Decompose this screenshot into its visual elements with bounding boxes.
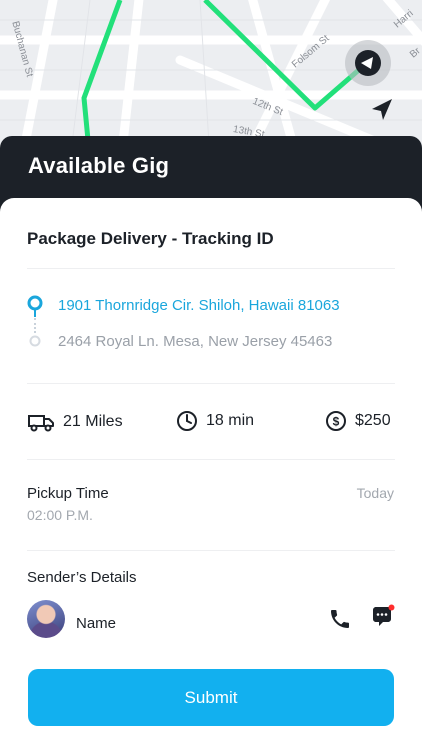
phone-icon[interactable] [328,607,352,631]
pickup-address: 1901 Thornridge Cir. Shiloh, Hawaii 8106… [58,297,340,314]
pickup-day: Today [356,485,394,501]
divider [27,383,395,384]
navigation-marker-icon[interactable] [343,38,393,88]
chat-icon[interactable] [370,604,396,630]
submit-button[interactable]: Submit [28,669,394,726]
route-connector [34,318,36,333]
price-value: $250 [355,412,391,429]
clock-icon [177,411,197,431]
pickup-time-label: Pickup Time [27,485,109,502]
divider [27,550,395,551]
destination-dot-icon [29,335,41,347]
page-title: Available Gig [28,153,170,178]
dollar-icon: $ [326,411,346,431]
sender-name: Name [76,615,117,632]
notification-dot [388,604,395,611]
duration-stat: 18 min [176,410,254,432]
navigation-arrow-icon [372,99,392,120]
gig-details-card: Package Delivery - Tracking ID 1901 Thor… [0,198,422,750]
pickup-time-value: 02:00 P.M. [27,507,93,523]
divider [27,268,395,269]
dropoff-address: 2464 Royal Ln. Mesa, New Jersey 45463 [58,333,333,350]
duration-value: 18 min [206,412,255,429]
truck-icon [28,415,54,432]
avatar [27,600,65,638]
divider [27,459,395,460]
sender-details-label: Sender’s Details [27,569,137,586]
location-pin-icon [27,295,43,317]
price-stat: $ $250 [325,410,391,432]
svg-text:$: $ [333,415,340,429]
gig-title: Package Delivery - Tracking ID [27,229,274,248]
distance-stat: 21 Miles [27,412,123,432]
distance-value: 21 Miles [63,413,123,430]
